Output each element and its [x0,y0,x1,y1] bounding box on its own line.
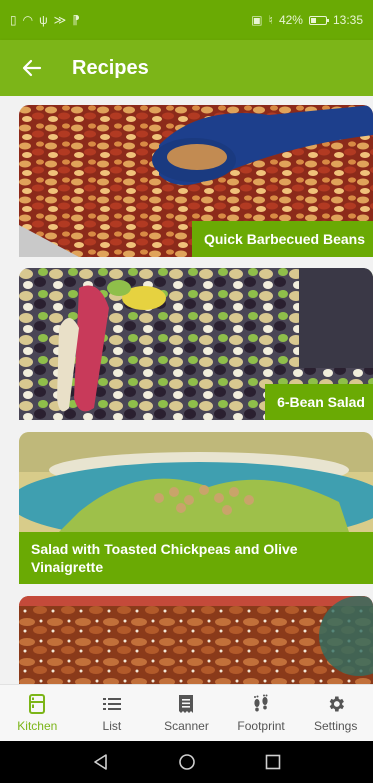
sim-card-icon: ▯ [10,13,17,27]
status-bar: ▯ ◠ ψ ≫ ⁋ ▣ ♮ 42% 13:35 [0,0,373,40]
nav-label: Kitchen [17,718,58,733]
signal-icon: ≫ [53,13,67,27]
nav-item-list[interactable]: List [75,685,150,741]
nav-item-kitchen[interactable]: Kitchen [0,685,75,741]
recipe-card-quick-barbecued-beans[interactable]: Quick Barbecued Beans [19,105,373,257]
back-button[interactable] [18,54,46,82]
circle-home-icon [178,754,195,770]
nav-item-settings[interactable]: Settings [298,685,373,741]
usb-icon: ψ [39,13,48,27]
app-bar: Recipes [0,40,373,96]
square-recents-icon [265,754,280,770]
nfc-icon: ▣ [251,13,263,27]
nav-label: Settings [313,718,358,733]
arrow-left-icon [22,59,42,77]
recipe-card-salad-toasted-chickpeas[interactable]: Salad with Toasted Chickpeas and Olive V… [19,432,373,584]
recipe-title: 6-Bean Salad [265,384,373,420]
kitchen-icon [29,693,46,714]
system-home-button[interactable] [175,750,199,774]
system-back-button[interactable] [89,750,113,774]
nav-item-footprint[interactable]: Footprint [224,685,299,741]
battery-percent: 42% [278,13,303,27]
status-right-icons: ▣ ♮ 42% 13:35 [251,13,363,27]
recipe-title: Quick Barbecued Beans [191,221,373,257]
recipe-card-6-bean-salad[interactable]: 6-Bean Salad [19,268,373,420]
triangle-back-icon [93,754,107,770]
list-icon [102,697,121,710]
page-title: Recipes [72,56,149,79]
nav-item-scanner[interactable]: Scanner [149,685,224,741]
recipe-title: Salad with Toasted Chickpeas and Olive V… [19,532,373,584]
gear-icon [329,696,344,711]
receipt-icon [179,694,194,713]
nav-label: List [102,718,122,733]
footprint-icon [254,694,268,711]
location-icon: ⁋ [72,13,80,27]
status-left-icons: ▯ ◠ ψ ≫ ⁋ [10,13,80,27]
nav-label: Footprint [237,718,285,733]
nav-label: Scanner [164,718,209,733]
battery-icon [308,15,329,25]
clock: 13:35 [332,13,363,27]
recipe-image-spiced-nuts [19,596,373,684]
bottom-navigation: Kitchen List Scanner Footprint Settings [0,684,373,741]
system-recents-button[interactable] [261,750,285,774]
mute-icon: ♮ [268,13,273,27]
battery-fill [310,17,317,23]
recipe-list[interactable]: Quick Barbecued Beans 6-Bean Salad Salad… [0,96,373,684]
system-navigation-bar [0,741,373,783]
wifi-icon: ◠ [22,13,34,27]
recipe-card-4[interactable] [19,596,373,684]
